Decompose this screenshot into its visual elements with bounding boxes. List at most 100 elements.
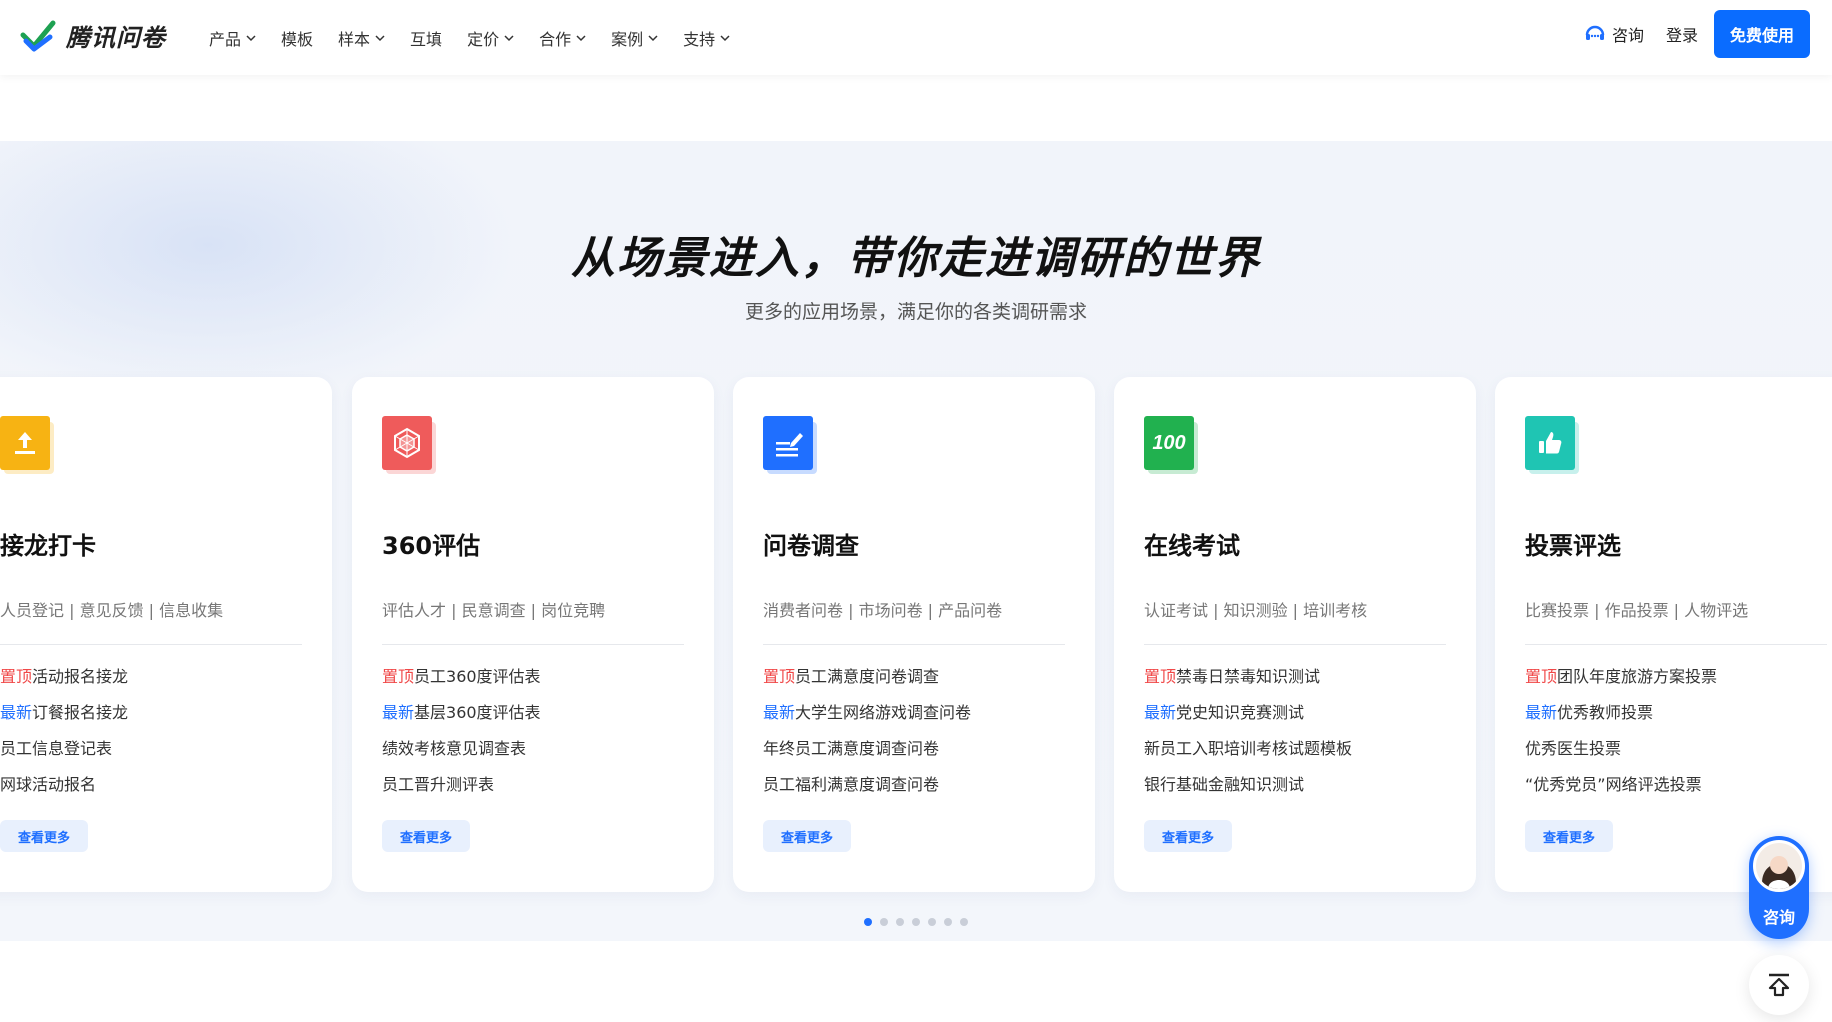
template-link[interactable]: 员工晋升测评表 bbox=[382, 775, 684, 811]
floating-consult-button[interactable]: 咨询 bbox=[1749, 836, 1809, 939]
scenario-card-3[interactable]: 100 在线考试 认证考试 | 知识测验 | 培训考核 置顶禁毒日禁毒知识测试 最新党史… bbox=[1114, 377, 1476, 892]
pinned-badge: 置顶 bbox=[1144, 667, 1177, 686]
template-link[interactable]: 最新优秀教师投票 bbox=[1525, 703, 1827, 739]
template-title: 大学生网络游戏调查问卷 bbox=[795, 703, 972, 722]
chevron-down-icon bbox=[720, 34, 730, 41]
chevron-down-icon bbox=[576, 34, 586, 41]
carousel-dot-4[interactable] bbox=[928, 918, 936, 926]
template-link[interactable]: “优秀党员”网络评选投票 bbox=[1525, 775, 1827, 811]
nav-item-5[interactable]: 合作 bbox=[539, 26, 586, 50]
carousel-dot-2[interactable] bbox=[896, 918, 904, 926]
template-link[interactable]: 最新大学生网络游戏调查问卷 bbox=[763, 703, 1065, 739]
score-100-icon: 100 bbox=[1144, 416, 1198, 474]
nav-item-label: 互填 bbox=[410, 29, 443, 49]
template-title: 党史知识竞赛测试 bbox=[1176, 703, 1305, 722]
template-link[interactable]: 员工信息登记表 bbox=[0, 739, 302, 775]
template-link[interactable]: 新员工入职培训考核试题模板 bbox=[1144, 739, 1446, 775]
card-divider bbox=[1525, 644, 1827, 645]
main-nav: 产品 模板 样本 互填 定价 合作 案例 支持 bbox=[209, 0, 755, 75]
nav-item-4[interactable]: 定价 bbox=[467, 26, 514, 50]
template-title: 员工晋升测评表 bbox=[382, 775, 495, 794]
scenario-card-1[interactable]: 360评估评估人才 | 民意调查 | 岗位竞聘置顶员工360度评估表 最新基层36… bbox=[352, 377, 714, 892]
edit-document-icon bbox=[763, 416, 817, 474]
new-badge: 最新 bbox=[1144, 703, 1177, 722]
carousel-dot-5[interactable] bbox=[944, 918, 952, 926]
nav-item-0[interactable]: 产品 bbox=[209, 26, 256, 50]
template-link[interactable]: 绩效考核意见调查表 bbox=[382, 739, 684, 775]
arrow-up-icon bbox=[1768, 973, 1790, 997]
template-list: 置顶团队年度旅游方案投票 最新优秀教师投票 优秀医生投票 “优秀党员”网络评选投票 bbox=[1525, 667, 1827, 811]
view-more-button[interactable]: 查看更多 bbox=[763, 820, 851, 852]
template-link[interactable]: 银行基础金融知识测试 bbox=[1144, 775, 1446, 811]
template-link[interactable]: 年终员工满意度调查问卷 bbox=[763, 739, 1065, 775]
scenario-card-0[interactable]: 接龙打卡 人员登记 | 意见反馈 | 信息收集 置顶活动报名接龙 最新订餐报名接龙 员工… bbox=[0, 377, 332, 892]
nav-item-label: 支持 bbox=[683, 29, 716, 49]
template-list: 置顶员工满意度问卷调查 最新大学生网络游戏调查问卷 年终员工满意度调查问卷 员工福利满… bbox=[763, 667, 1065, 811]
card-tags: 人员登记 | 意见反馈 | 信息收集 bbox=[0, 601, 224, 620]
carousel-dot-3[interactable] bbox=[912, 918, 920, 926]
carousel-dot-1[interactable] bbox=[880, 918, 888, 926]
nav-item-1[interactable]: 模板 bbox=[281, 26, 313, 50]
carousel-dot-6[interactable] bbox=[960, 918, 968, 926]
template-title: “优秀党员”网络评选投票 bbox=[1525, 775, 1702, 794]
template-title: 员工信息登记表 bbox=[0, 739, 113, 758]
template-link[interactable]: 最新基层360度评估表 bbox=[382, 703, 684, 739]
template-title: 绩效考核意见调查表 bbox=[382, 739, 527, 758]
chevron-down-icon bbox=[246, 34, 256, 41]
template-link[interactable]: 网球活动报名 bbox=[0, 775, 302, 811]
back-to-top-button[interactable] bbox=[1749, 955, 1809, 1015]
template-link[interactable]: 最新订餐报名接龙 bbox=[0, 703, 302, 739]
nav-item-label: 合作 bbox=[539, 29, 572, 49]
floating-consult-label: 咨询 bbox=[1762, 908, 1795, 927]
score-100-label: 100 bbox=[1152, 431, 1186, 454]
thumbs-up-icon bbox=[1525, 416, 1579, 474]
card-title: 360评估 bbox=[382, 532, 481, 560]
scenario-card-2[interactable]: 问卷调查 消费者问卷 | 市场问卷 | 产品问卷 置顶员工满意度问卷调查 最新大学生网… bbox=[733, 377, 1095, 892]
nav-item-label: 模板 bbox=[281, 29, 314, 49]
scenario-card-4[interactable]: 投票评选 比赛投票 | 作品投票 | 人物评选 置顶团队年度旅游方案投票 最新优秀教师… bbox=[1495, 377, 1832, 892]
chevron-down-icon bbox=[375, 34, 385, 41]
card-title: 投票评选 bbox=[1525, 532, 1621, 560]
view-more-button[interactable]: 查看更多 bbox=[0, 820, 88, 852]
template-title: 新员工入职培训考核试题模板 bbox=[1144, 739, 1353, 758]
consult-link[interactable]: 咨询 bbox=[1584, 22, 1644, 46]
logo[interactable]: 腾讯问卷 bbox=[20, 17, 166, 53]
chevron-down-icon bbox=[504, 34, 514, 41]
view-more-button[interactable]: 查看更多 bbox=[382, 820, 470, 852]
template-link[interactable]: 置顶禁毒日禁毒知识测试 bbox=[1144, 667, 1446, 703]
nav-item-label: 样本 bbox=[338, 29, 371, 49]
template-link[interactable]: 优秀医生投票 bbox=[1525, 739, 1827, 775]
template-link[interactable]: 最新党史知识竞赛测试 bbox=[1144, 703, 1446, 739]
new-badge: 最新 bbox=[763, 703, 796, 722]
card-tags: 认证考试 | 知识测验 | 培训考核 bbox=[1144, 601, 1368, 620]
template-title: 禁毒日禁毒知识测试 bbox=[1176, 667, 1321, 686]
carousel-dot-0[interactable] bbox=[864, 918, 872, 926]
logo-check-icon bbox=[20, 20, 56, 52]
section-subtitle: 更多的应用场景，满足你的各类调研需求 bbox=[744, 301, 1087, 323]
free-use-button[interactable]: 免费使用 bbox=[1714, 10, 1810, 58]
card-title: 问卷调查 bbox=[763, 532, 859, 560]
nav-item-label: 案例 bbox=[611, 29, 644, 49]
section-title: 从场景进入，带你走进调研的世界 bbox=[571, 233, 1261, 284]
template-link[interactable]: 置顶员工360度评估表 bbox=[382, 667, 684, 703]
login-link[interactable]: 登录 bbox=[1666, 22, 1698, 46]
nav-item-label: 定价 bbox=[467, 29, 500, 49]
nav-item-3[interactable]: 互填 bbox=[410, 26, 442, 50]
view-more-button[interactable]: 查看更多 bbox=[1525, 820, 1613, 852]
carousel-pagination bbox=[0, 918, 1832, 926]
template-title: 优秀教师投票 bbox=[1557, 703, 1654, 722]
card-divider bbox=[763, 644, 1065, 645]
template-link[interactable]: 员工福利满意度调查问卷 bbox=[763, 775, 1065, 811]
pinned-badge: 置顶 bbox=[1525, 667, 1558, 686]
template-link[interactable]: 置顶员工满意度问卷调查 bbox=[763, 667, 1065, 703]
chevron-down-icon bbox=[648, 34, 658, 41]
nav-item-7[interactable]: 支持 bbox=[683, 26, 730, 50]
template-link[interactable]: 置顶团队年度旅游方案投票 bbox=[1525, 667, 1827, 703]
nav-item-2[interactable]: 样本 bbox=[338, 26, 385, 50]
template-link[interactable]: 置顶活动报名接龙 bbox=[0, 667, 302, 703]
view-more-button[interactable]: 查看更多 bbox=[1144, 820, 1232, 852]
card-tags: 评估人才 | 民意调查 | 岗位竞聘 bbox=[382, 601, 606, 620]
nav-item-6[interactable]: 案例 bbox=[611, 26, 658, 50]
template-list: 置顶活动报名接龙 最新订餐报名接龙 员工信息登记表网球活动报名 bbox=[0, 667, 302, 811]
pinned-badge: 置顶 bbox=[763, 667, 796, 686]
